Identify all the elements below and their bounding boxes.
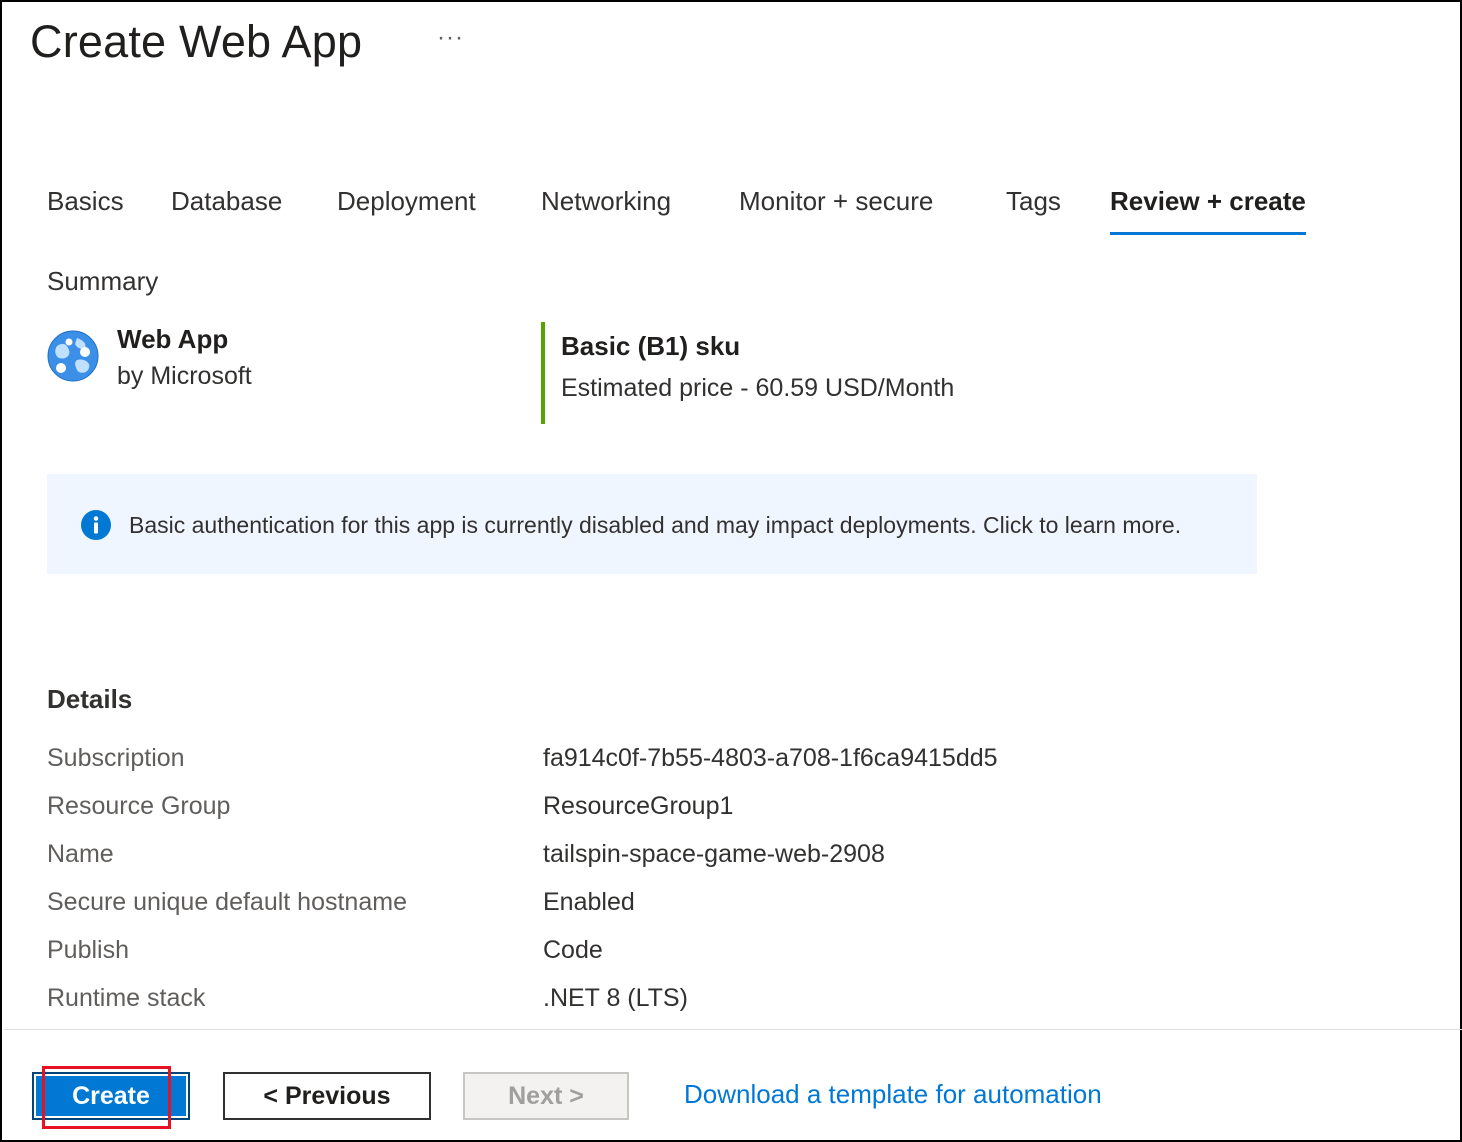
detail-row-resource-group: Resource Group ResourceGroup1 xyxy=(47,792,1407,832)
details-heading: Details xyxy=(47,684,133,714)
detail-value: ResourceGroup1 xyxy=(543,792,734,820)
sku-price: Estimated price - 60.59 USD/Month xyxy=(561,374,955,402)
tab-monitor-secure[interactable]: Monitor + secure xyxy=(739,186,933,236)
tab-review-create[interactable]: Review + create xyxy=(1110,186,1306,236)
info-banner-text: Basic authentication for this app is cur… xyxy=(129,512,1182,538)
sku-accent-bar xyxy=(541,322,545,424)
create-web-app-blade: Create Web App ··· Basics Database Deplo… xyxy=(0,0,1462,1142)
detail-key: Publish xyxy=(47,936,129,964)
detail-value: .NET 8 (LTS) xyxy=(543,984,688,1012)
tab-tags[interactable]: Tags xyxy=(1006,186,1061,236)
detail-row-publish: Publish Code xyxy=(47,936,1407,976)
sku-name: Basic (B1) sku xyxy=(561,331,741,361)
info-icon xyxy=(81,510,111,540)
web-app-globe-icon xyxy=(47,330,99,382)
detail-key: Runtime stack xyxy=(47,984,206,1012)
previous-button[interactable]: < Previous xyxy=(223,1072,431,1120)
detail-key: Name xyxy=(47,840,114,868)
tab-networking[interactable]: Networking xyxy=(541,186,671,236)
basic-auth-info-banner[interactable]: Basic authentication for this app is cur… xyxy=(47,474,1257,574)
detail-row-subscription: Subscription fa914c0f-7b55-4803-a708-1f6… xyxy=(47,744,1407,784)
footer-divider xyxy=(4,1029,1462,1030)
product-vendor: by Microsoft xyxy=(117,362,252,390)
detail-key: Resource Group xyxy=(47,792,231,820)
detail-key: Subscription xyxy=(47,744,185,772)
tab-basics[interactable]: Basics xyxy=(47,186,124,236)
more-options-icon[interactable]: ··· xyxy=(437,24,464,52)
tab-database[interactable]: Database xyxy=(171,186,282,236)
page-title: Create Web App xyxy=(30,16,363,67)
next-button[interactable]: Next > xyxy=(463,1072,629,1120)
detail-row-name: Name tailspin-space-game-web-2908 xyxy=(47,840,1407,880)
create-button[interactable]: Create xyxy=(32,1072,190,1120)
download-template-link[interactable]: Download a template for automation xyxy=(684,1079,1102,1110)
detail-value: Code xyxy=(543,936,603,964)
summary-label: Summary xyxy=(47,266,159,296)
detail-value: Enabled xyxy=(543,888,635,916)
product-name: Web App xyxy=(117,324,229,354)
tab-deployment[interactable]: Deployment xyxy=(337,186,476,236)
detail-row-secure-hostname: Secure unique default hostname Enabled xyxy=(47,888,1407,928)
detail-key: Secure unique default hostname xyxy=(47,888,407,916)
detail-row-runtime-stack: Runtime stack .NET 8 (LTS) xyxy=(47,984,1407,1024)
detail-value: tailspin-space-game-web-2908 xyxy=(543,840,885,868)
detail-value: fa914c0f-7b55-4803-a708-1f6ca9415dd5 xyxy=(543,744,998,772)
